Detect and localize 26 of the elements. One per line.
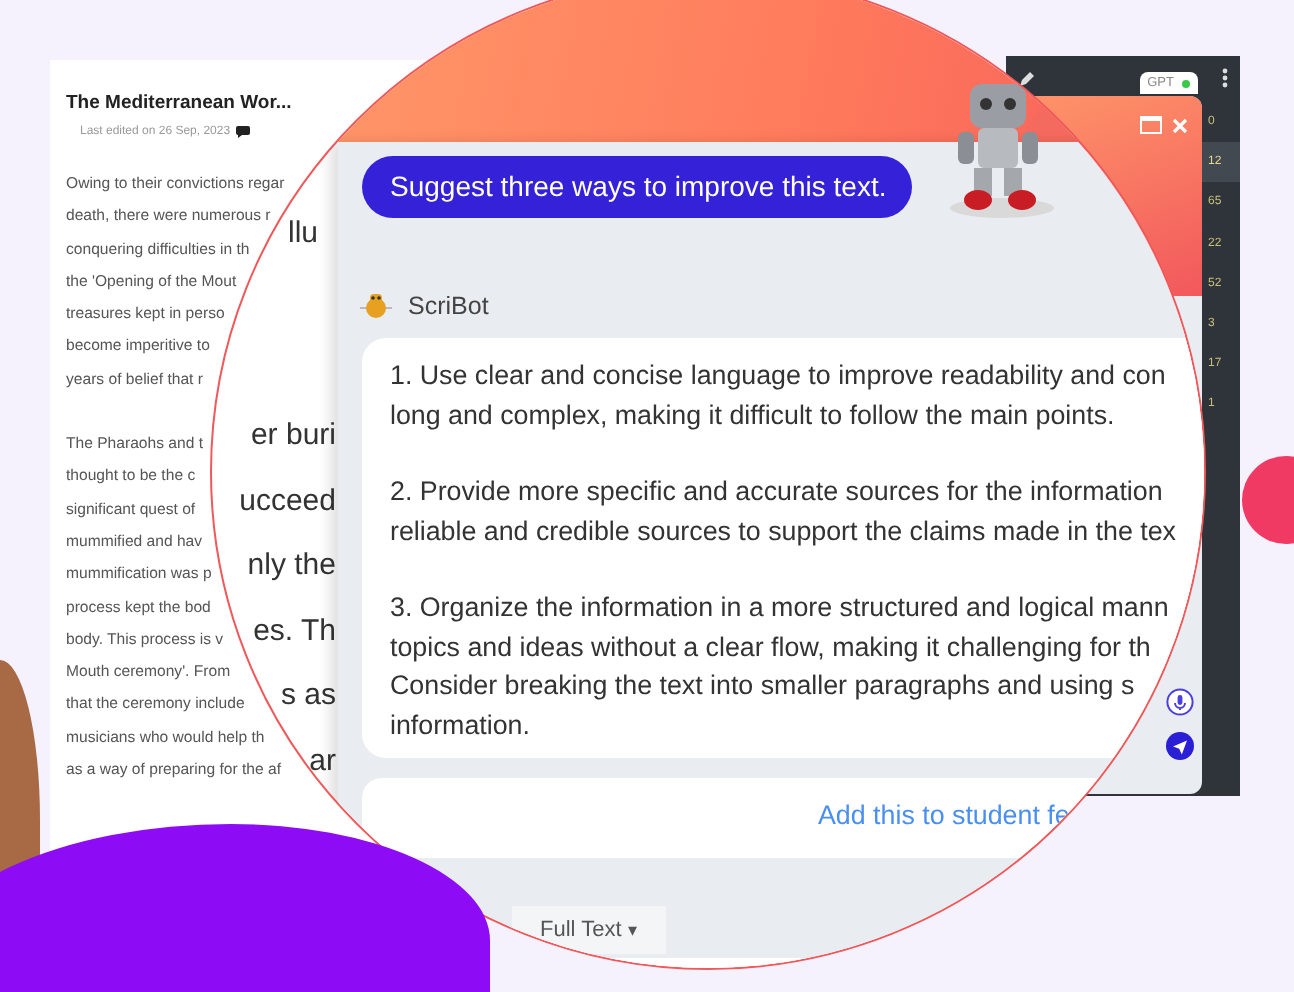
magnified-text-line: s as (280, 676, 336, 716)
response-text-line: Consider breaking the text into smaller paragraphs and using s (390, 668, 1135, 704)
response-text-line: information. (390, 707, 530, 743)
document-title: The Mediterranean Wor... (66, 92, 294, 114)
view-dropdown[interactable]: Full Text ▾ (512, 906, 666, 954)
pencil-icon[interactable] (1018, 69, 1036, 87)
magnified-text-line: ar (309, 741, 336, 781)
response-text-line: 2. Provide more specific and accurate sources for the information (390, 474, 1163, 510)
magnified-text-fragment: llu (288, 216, 319, 250)
response-text-line: 3. Organize the information in a more structured and logical mann (390, 590, 1169, 626)
magnified-text-line: er buri (250, 416, 336, 456)
magnified-text-line: ucceed (239, 481, 336, 521)
comment-icon[interactable] (236, 126, 251, 138)
magnified-text-line: es. Th (253, 611, 336, 651)
magnified-text-line: nly the (247, 546, 336, 586)
bot-name: ScriBot (408, 292, 489, 320)
response-text-line: long and complex, making it difficult to follow the main points. (390, 397, 1115, 434)
bot-avatar-icon (360, 290, 392, 322)
close-icon[interactable] (1172, 118, 1188, 134)
response-text-line: topics and ideas without a clear flow, making it challenging for th (390, 629, 1151, 666)
microphone-icon[interactable] (1166, 688, 1194, 716)
prompt-bubble: Suggest three ways to improve this text. (362, 156, 912, 218)
response-text-line: reliable and credible sources to support the claims made in the tex (390, 513, 1177, 550)
more-icon[interactable] (1222, 68, 1228, 88)
response-text-line: 1. Use clear and concise language to improve readability and con (390, 358, 1166, 394)
send-icon[interactable] (1166, 732, 1194, 760)
